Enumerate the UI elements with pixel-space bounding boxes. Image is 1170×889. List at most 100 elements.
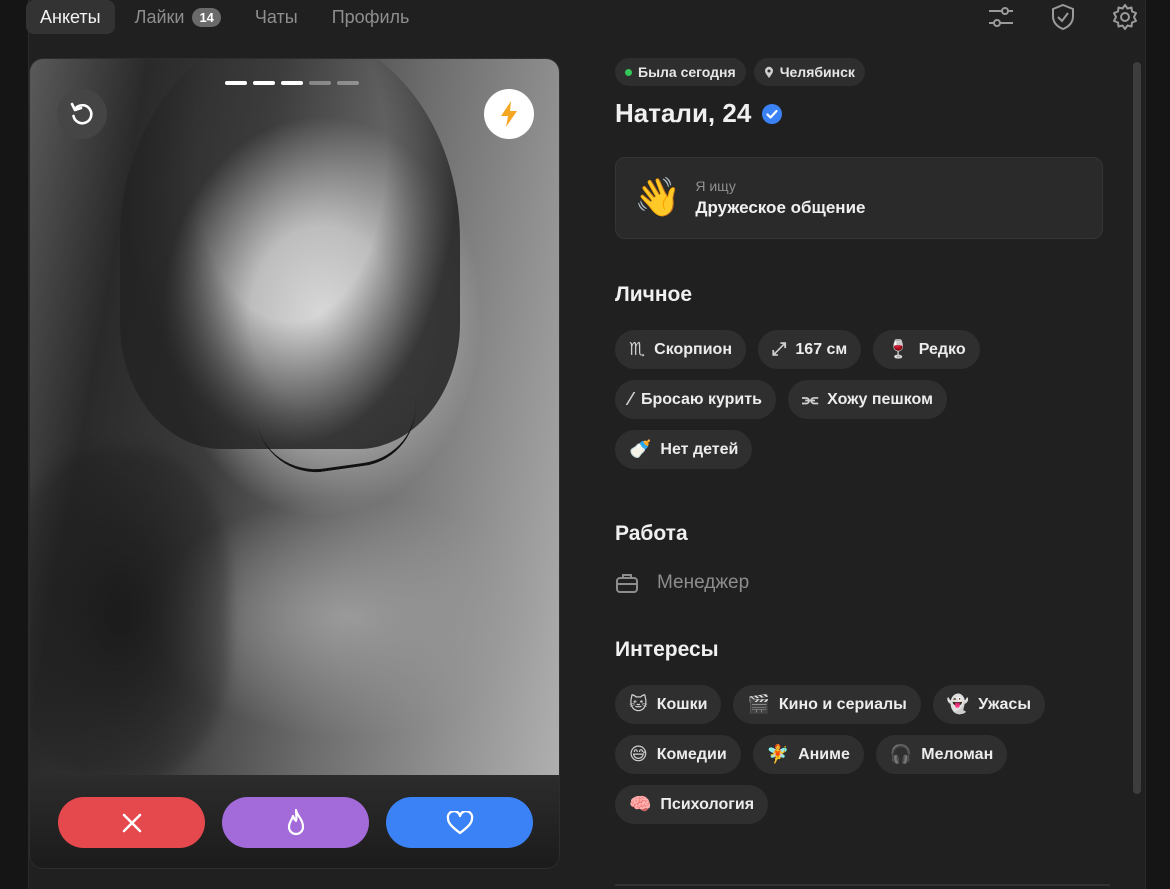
work-section-title: Работа: [615, 522, 688, 545]
interest-chip: 🧚 Аниме: [752, 735, 864, 774]
interest-chip: 🐱 Кошки: [615, 685, 722, 724]
tab-chats[interactable]: Чаты: [241, 0, 312, 34]
interest-chip-icon: 😅: [629, 744, 648, 764]
filters-icon[interactable]: [986, 2, 1016, 32]
personal-chips: ♏ Скорпион ⤢ 167 см 🍷 Редко ⁄ Бросаю курить ⫘ Хож…: [615, 330, 1095, 469]
looking-for-card: 👋 Я ищу Дружеское общение: [615, 157, 1103, 239]
interest-chip-icon: 🎧: [889, 744, 913, 764]
personal-chip-icon: 🍷: [887, 339, 910, 359]
flame-icon: [287, 808, 304, 835]
top-nav: Анкеты Лайки 14 Чаты Профиль: [26, 0, 423, 34]
interest-chip-label: Меломан: [921, 745, 994, 763]
personal-chip-label: Редко: [918, 340, 966, 358]
interest-chip-label: Кошки: [656, 695, 708, 713]
personal-chip: 🍷 Редко: [873, 330, 980, 369]
tab-label: Лайки: [134, 6, 185, 27]
dislike-button[interactable]: [58, 797, 205, 848]
tab-profile[interactable]: Профиль: [318, 0, 424, 34]
work-row: Менеджер: [615, 572, 1105, 594]
photo-shading: [30, 449, 230, 775]
top-actions: [986, 0, 1140, 34]
interest-chip: 🎬 Кино и сериалы: [733, 685, 921, 724]
personal-chip: 🍼 Нет детей: [615, 430, 753, 469]
photo-progress-segment: [253, 81, 275, 85]
swipe-actions: [30, 775, 559, 868]
online-dot-icon: [625, 68, 632, 76]
personal-chip: ♏ Скорпион: [615, 330, 746, 369]
photo-progress: [225, 81, 359, 85]
tab-likes[interactable]: Лайки 14: [121, 0, 235, 34]
city-chip: Челябинск: [753, 58, 865, 86]
city-text: Челябинск: [779, 64, 855, 80]
lightning-icon: [501, 101, 517, 127]
interest-chip-label: Психология: [660, 795, 755, 813]
scrollbar[interactable]: [1133, 62, 1141, 794]
interest-chip-icon: 🧚: [766, 744, 790, 764]
interest-chip-label: Аниме: [798, 745, 850, 763]
heart-icon: [446, 810, 473, 834]
interest-chip-label: Кино и сериалы: [778, 695, 907, 713]
interest-chip-label: Комедии: [656, 745, 727, 763]
briefcase-icon: [616, 574, 638, 593]
personal-chip: ⁄ Бросаю курить: [615, 380, 776, 419]
interest-chip-icon: 👻: [946, 694, 970, 714]
close-icon: [122, 813, 141, 832]
interest-chip-icon: 🎬: [747, 694, 770, 714]
personal-chip-label: Хожу пешком: [827, 390, 933, 408]
undo-icon: [70, 102, 93, 125]
tab-label: Анкеты: [40, 6, 101, 27]
personal-section-title: Личное: [615, 283, 693, 306]
likes-count-badge: 14: [192, 7, 221, 27]
online-status-text: Была сегодня: [638, 64, 736, 80]
profile-info: Была сегодня Челябинск Натали, 24 👋 Я ищ…: [615, 58, 1105, 824]
photo-progress-segment: [309, 81, 331, 85]
waving-hand-icon: 👋: [634, 177, 682, 219]
interest-chip: 👻 Ужасы: [932, 685, 1045, 724]
personal-chip-label: Скорпион: [654, 340, 732, 358]
personal-chip-icon: ⫘: [801, 389, 819, 409]
personal-chip-label: Бросаю курить: [641, 390, 762, 408]
personal-chip: ⫘ Хожу пешком: [787, 380, 947, 419]
verified-badge-icon: [762, 103, 783, 124]
interest-chip-label: Ужасы: [978, 695, 1031, 713]
photo-shading: [120, 59, 460, 449]
settings-gear-icon[interactable]: [1110, 2, 1140, 32]
personal-chip-icon: ⤢: [771, 339, 787, 359]
interests-chips: 🐱 Кошки 🎬 Кино и сериалы 👻 Ужасы 😅 Комедии 🧚 Аним…: [615, 685, 1095, 824]
tab-label: Чаты: [254, 6, 298, 27]
divider: [615, 884, 1110, 886]
photo-progress-segment: [337, 81, 359, 85]
location-pin-icon: [764, 66, 773, 78]
personal-chip-icon: 🍼: [629, 439, 652, 459]
interests-section-title: Интересы: [615, 638, 719, 661]
photo-progress-segment: [281, 81, 303, 85]
work-text: Менеджер: [657, 572, 750, 593]
personal-chip-label: Нет детей: [660, 440, 739, 458]
profile-name: Натали, 24: [615, 98, 1105, 129]
status-row: Была сегодня Челябинск: [615, 58, 1105, 86]
looking-for-caption: Я ищу: [695, 178, 736, 194]
profile-photo-card[interactable]: [29, 58, 560, 869]
photo-progress-segment: [225, 81, 247, 85]
tab-label: Профиль: [331, 6, 410, 27]
undo-button[interactable]: [57, 89, 107, 139]
interest-chip: 🎧 Меломан: [875, 735, 1008, 774]
superlike-button[interactable]: [222, 797, 369, 848]
interest-chip: 😅 Комедии: [615, 735, 741, 774]
interest-chip-icon: 🧠: [629, 794, 652, 814]
looking-for-value: Дружеское общение: [695, 198, 866, 217]
profile-photo[interactable]: [30, 59, 559, 775]
tab-ankety[interactable]: Анкеты: [26, 0, 115, 34]
name-age-text: Натали, 24: [615, 98, 752, 128]
interest-chip-icon: 🐱: [629, 694, 648, 714]
online-status-chip: Была сегодня: [615, 58, 746, 86]
personal-chip: ⤢ 167 см: [757, 330, 862, 369]
personal-chip-icon: ⁄: [629, 389, 633, 409]
personal-chip-icon: ♏: [629, 339, 646, 359]
boost-button[interactable]: [484, 89, 534, 139]
shield-check-icon[interactable]: [1048, 2, 1078, 32]
personal-chip-label: 167 см: [795, 340, 848, 358]
looking-for-text: Я ищу Дружеское общение: [695, 178, 865, 218]
like-button[interactable]: [386, 797, 533, 848]
interest-chip: 🧠 Психология: [615, 785, 769, 824]
